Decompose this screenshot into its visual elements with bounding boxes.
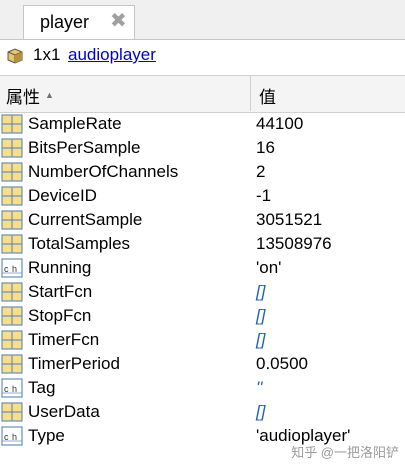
- grid-icon: [1, 330, 23, 350]
- object-class-link[interactable]: audioplayer: [68, 45, 156, 65]
- column-header-value[interactable]: 值: [259, 83, 276, 108]
- sort-ascending-icon: ▲: [45, 90, 54, 100]
- table-row[interactable]: TimerFcn []: [0, 328, 405, 352]
- table-row[interactable]: SampleRate 44100: [0, 112, 405, 136]
- char-icon: ch: [1, 258, 23, 278]
- property-name: NumberOfChannels: [28, 162, 179, 181]
- column-header-property[interactable]: 属性: [6, 83, 40, 108]
- table-row[interactable]: c h Tag '': [0, 376, 405, 400]
- table-row[interactable]: DeviceID -1: [0, 184, 405, 208]
- property-value[interactable]: 16: [256, 138, 275, 158]
- svg-text:h: h: [12, 384, 17, 394]
- svg-text:h: h: [12, 264, 17, 274]
- table-row[interactable]: BitsPerSample 16: [0, 136, 405, 160]
- property-value[interactable]: 44100: [256, 114, 303, 134]
- tab-label: player: [40, 12, 90, 32]
- grid-icon: [1, 234, 23, 254]
- property-value[interactable]: -1: [256, 186, 271, 206]
- svg-text:h: h: [12, 432, 17, 442]
- table-row[interactable]: NumberOfChannels 2: [0, 160, 405, 184]
- column-header-row: [0, 75, 405, 113]
- property-value[interactable]: 2: [256, 162, 265, 182]
- grid-icon: [1, 402, 23, 422]
- svg-text:c: c: [4, 384, 9, 394]
- grid-icon: [1, 282, 23, 302]
- property-name: Type: [28, 426, 65, 445]
- property-value[interactable]: []: [256, 282, 265, 302]
- table-row[interactable]: StopFcn []: [0, 304, 405, 328]
- tab-strip: player ✖: [0, 0, 405, 40]
- property-value[interactable]: []: [256, 402, 265, 422]
- property-name: SampleRate: [28, 114, 122, 133]
- table-row[interactable]: StartFcn []: [0, 280, 405, 304]
- property-value[interactable]: []: [256, 306, 265, 326]
- property-name: BitsPerSample: [28, 138, 141, 157]
- table-row[interactable]: TimerPeriod 0.0500: [0, 352, 405, 376]
- table-row[interactable]: CurrentSample 3051521: [0, 208, 405, 232]
- watermark-text: 知乎 @一把洛阳铲: [291, 445, 399, 460]
- grid-icon: [1, 162, 23, 182]
- property-name: CurrentSample: [28, 210, 143, 229]
- svg-text:c: c: [4, 264, 9, 274]
- char-icon: ch: [1, 426, 23, 446]
- property-value[interactable]: '': [256, 378, 263, 398]
- property-name: StartFcn: [28, 282, 93, 301]
- object-icon: [7, 48, 23, 64]
- grid-icon: [1, 186, 23, 206]
- property-name: DeviceID: [28, 186, 97, 205]
- grid-icon: [1, 114, 23, 134]
- property-name: TotalSamples: [28, 234, 131, 253]
- char-icon: ch: [1, 378, 23, 398]
- object-size: 1x1: [33, 45, 61, 64]
- table-row[interactable]: UserData []: [0, 400, 405, 424]
- grid-icon: [1, 306, 23, 326]
- property-name: TimerFcn: [28, 330, 100, 349]
- property-name: Running: [28, 258, 92, 277]
- object-summary-row: [0, 40, 405, 72]
- property-value[interactable]: 0.0500: [256, 354, 308, 374]
- grid-icon: [1, 138, 23, 158]
- property-value[interactable]: 3051521: [256, 210, 322, 230]
- property-table: SampleRate 44100 BitsPerSample 16 NumberOfCh…: [0, 112, 405, 448]
- property-value[interactable]: []: [256, 330, 265, 350]
- table-row[interactable]: TotalSamples 13508976: [0, 232, 405, 256]
- property-name: UserData: [28, 402, 100, 421]
- close-icon[interactable]: ✖: [110, 11, 127, 31]
- property-value[interactable]: 'on': [256, 258, 281, 278]
- grid-icon: [1, 210, 23, 230]
- table-row[interactable]: c h Running 'on': [0, 256, 405, 280]
- svg-text:c: c: [4, 432, 9, 442]
- grid-icon: [1, 354, 23, 374]
- property-name: StopFcn: [28, 306, 92, 325]
- property-name: Tag: [28, 378, 56, 397]
- property-value[interactable]: 13508976: [256, 234, 332, 254]
- property-name: TimerPeriod: [28, 354, 120, 373]
- column-divider[interactable]: [250, 76, 251, 111]
- tab-player[interactable]: player ✖: [23, 5, 135, 39]
